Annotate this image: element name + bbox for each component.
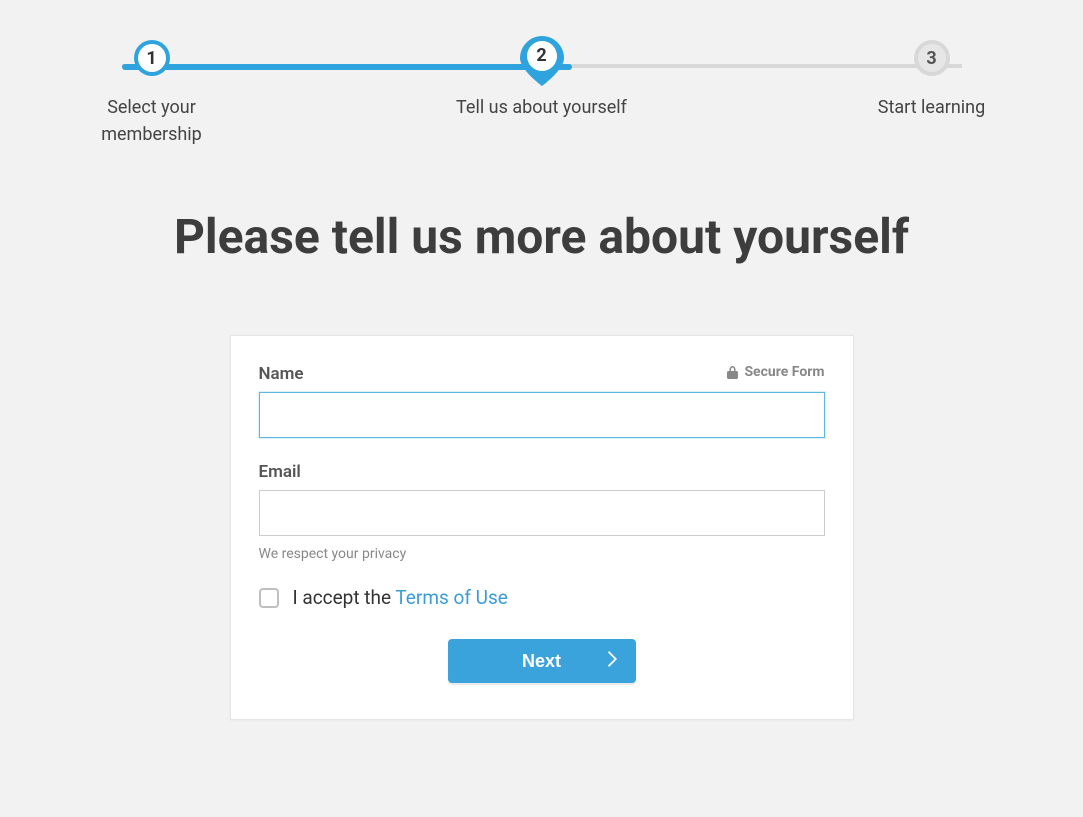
email-input[interactable] bbox=[259, 490, 825, 536]
next-button-label: Next bbox=[522, 651, 561, 672]
secure-form-badge: Secure Form bbox=[727, 364, 824, 380]
step-1-circle: 1 bbox=[134, 40, 170, 76]
step-1-number: 1 bbox=[146, 48, 156, 69]
email-helper: We respect your privacy bbox=[259, 546, 825, 562]
step-2-number: 2 bbox=[536, 45, 546, 66]
step-2-marker: 2 bbox=[520, 36, 564, 80]
secure-form-text: Secure Form bbox=[744, 364, 824, 380]
chevron-right-icon bbox=[608, 651, 618, 672]
step-1-label: Select your membership bbox=[62, 94, 242, 148]
email-label: Email bbox=[259, 462, 825, 482]
next-button[interactable]: Next bbox=[448, 639, 636, 683]
step-3-number: 3 bbox=[926, 48, 936, 69]
step-3-label: Start learning bbox=[878, 94, 985, 121]
step-1: 1 Select your membership bbox=[62, 40, 242, 148]
progress-stepper: 1 Select your membership 2 Tell us about… bbox=[62, 40, 1022, 148]
terms-prefix: I accept the bbox=[293, 586, 396, 609]
terms-link[interactable]: Terms of Use bbox=[395, 586, 507, 609]
page-title: Please tell us more about yourself bbox=[60, 208, 1023, 265]
step-3: 3 Start learning bbox=[842, 40, 1022, 121]
signup-form-card: Name Secure Form Email We respect your p… bbox=[230, 335, 854, 720]
step-2-label: Tell us about yourself bbox=[456, 94, 627, 121]
step-2: 2 Tell us about yourself bbox=[452, 40, 632, 121]
terms-label: I accept the Terms of Use bbox=[293, 586, 508, 609]
lock-icon bbox=[727, 366, 738, 379]
step-3-circle: 3 bbox=[914, 40, 950, 76]
name-input[interactable] bbox=[259, 392, 825, 438]
terms-checkbox[interactable] bbox=[259, 588, 279, 608]
